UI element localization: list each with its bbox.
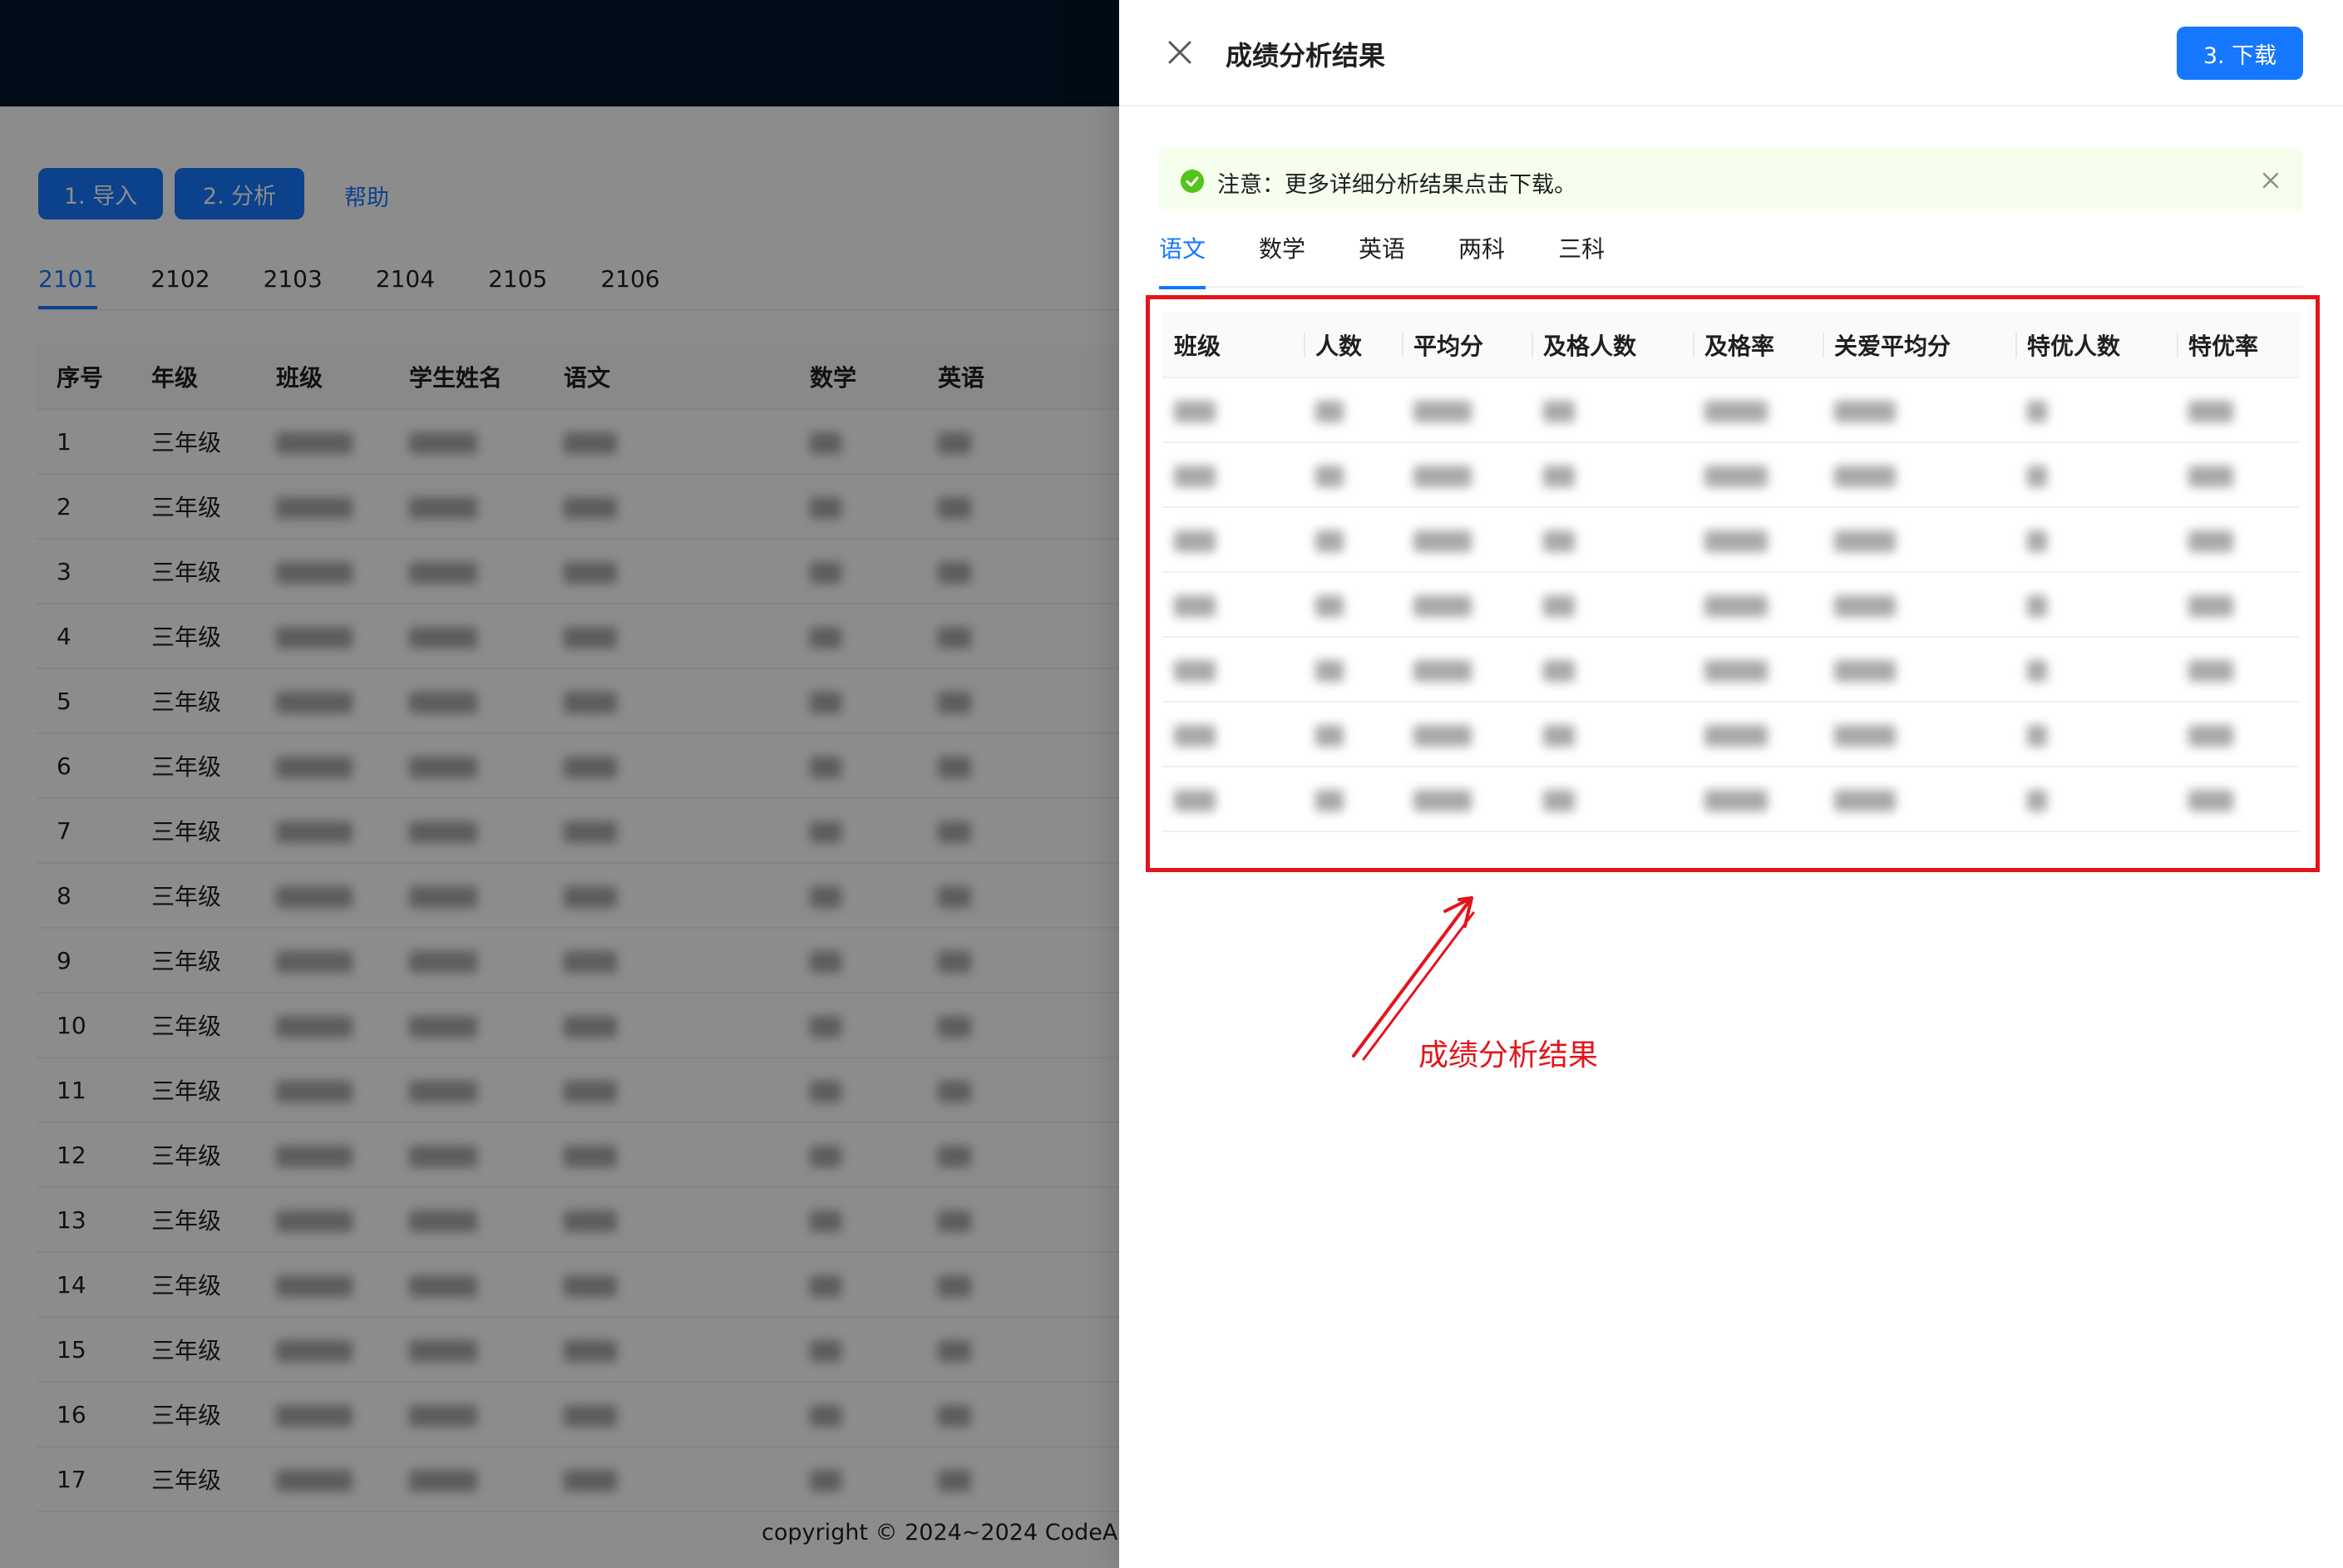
subject-tab-语文[interactable]: 语文 xyxy=(1159,224,1206,289)
annotation-highlight-box xyxy=(1146,295,2320,872)
subject-tabs: 语文 数学 英语 两科 三科 xyxy=(1159,224,2303,289)
annotation-label: 成绩分析结果 xyxy=(1418,1038,1599,1072)
info-alert: 注意：更多详细分析结果点击下载。 xyxy=(1159,148,2303,211)
subject-tab-英语[interactable]: 英语 xyxy=(1359,224,1405,288)
check-circle-icon xyxy=(1181,170,1204,193)
alert-message: 注意：更多详细分析结果点击下载。 xyxy=(1217,172,1576,198)
drawer-header: 成绩分析结果 3. 下载 xyxy=(1119,0,2343,106)
alert-close-icon[interactable] xyxy=(2262,171,2280,190)
subject-tab-数学[interactable]: 数学 xyxy=(1259,224,1305,288)
close-icon[interactable] xyxy=(1167,40,1192,65)
drawer-title: 成绩分析结果 xyxy=(1226,40,1386,71)
subject-tab-两科[interactable]: 两科 xyxy=(1458,224,1505,288)
download-button[interactable]: 3. 下载 xyxy=(2177,27,2303,80)
subject-tab-三科[interactable]: 三科 xyxy=(1558,224,1605,288)
